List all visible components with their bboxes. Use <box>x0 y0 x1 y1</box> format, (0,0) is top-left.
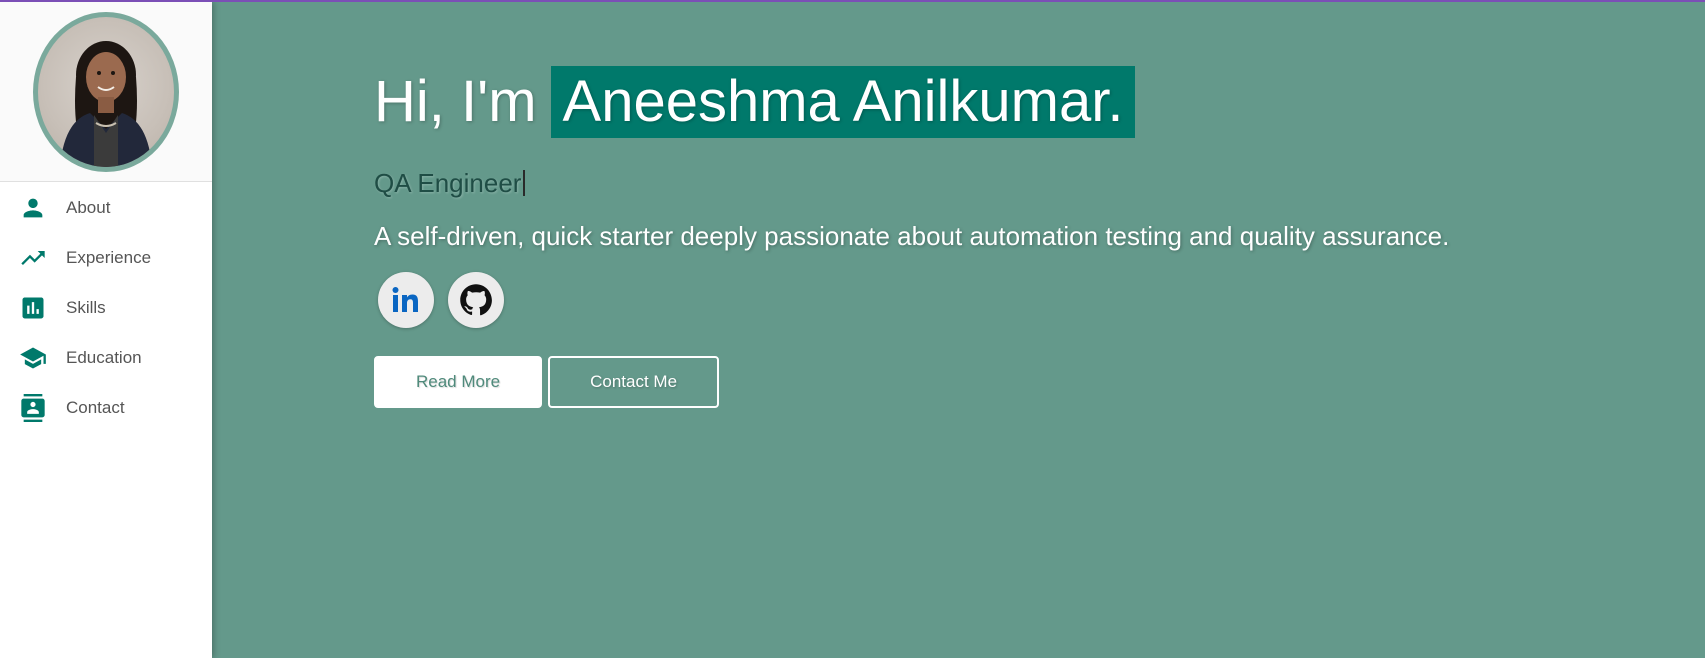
social-links <box>374 272 1705 328</box>
read-more-button[interactable]: Read More <box>374 356 543 408</box>
graduation-cap-icon <box>18 343 48 373</box>
hero-actions: Read More Contact Me <box>374 356 1705 408</box>
hero-name: Aneeshma Anilkumar. <box>550 66 1136 138</box>
sidebar-nav: About Experience Skills Education Contac… <box>0 183 212 433</box>
trending-up-icon <box>18 243 48 273</box>
sidebar-item-label: Experience <box>66 248 152 267</box>
sidebar-item-label: Education <box>66 348 142 367</box>
profile-photo <box>60 41 152 167</box>
github-link[interactable] <box>448 272 504 328</box>
profile-header <box>0 2 212 182</box>
bar-chart-icon <box>18 293 48 323</box>
hero-role-text: QA Engineer <box>374 168 522 198</box>
sidebar-item-contact[interactable]: Contact <box>0 383 212 433</box>
page: About Experience Skills Education Contac… <box>0 0 1705 658</box>
sidebar-item-skills[interactable]: Skills <box>0 283 212 333</box>
hero-section: Hi, I'm Aneeshma Anilkumar. QA Engineer A… <box>374 2 1705 408</box>
person-icon <box>18 193 48 223</box>
sidebar-item-about[interactable]: About <box>0 183 212 233</box>
sidebar-item-education[interactable]: Education <box>0 333 212 383</box>
github-icon <box>460 284 492 316</box>
contact-card-icon <box>18 393 48 423</box>
sidebar-item-experience[interactable]: Experience <box>0 233 212 283</box>
hero-greeting: Hi, I'm <box>374 69 537 134</box>
sidebar-item-label: About <box>66 198 111 217</box>
avatar <box>33 12 179 172</box>
hero-role: QA Engineer <box>374 168 1705 199</box>
typing-cursor <box>523 170 526 196</box>
sidebar-item-label: Skills <box>66 298 106 317</box>
sidebar: About Experience Skills Education Contac… <box>0 2 212 658</box>
hero-title: Hi, I'm Aneeshma Anilkumar. <box>374 66 1705 138</box>
linkedin-link[interactable] <box>378 272 434 328</box>
hero-description: A self-driven, quick starter deeply pass… <box>374 221 1450 251</box>
sidebar-item-label: Contact <box>66 398 125 417</box>
contact-me-button[interactable]: Contact Me <box>548 356 720 408</box>
linkedin-icon <box>392 287 418 312</box>
